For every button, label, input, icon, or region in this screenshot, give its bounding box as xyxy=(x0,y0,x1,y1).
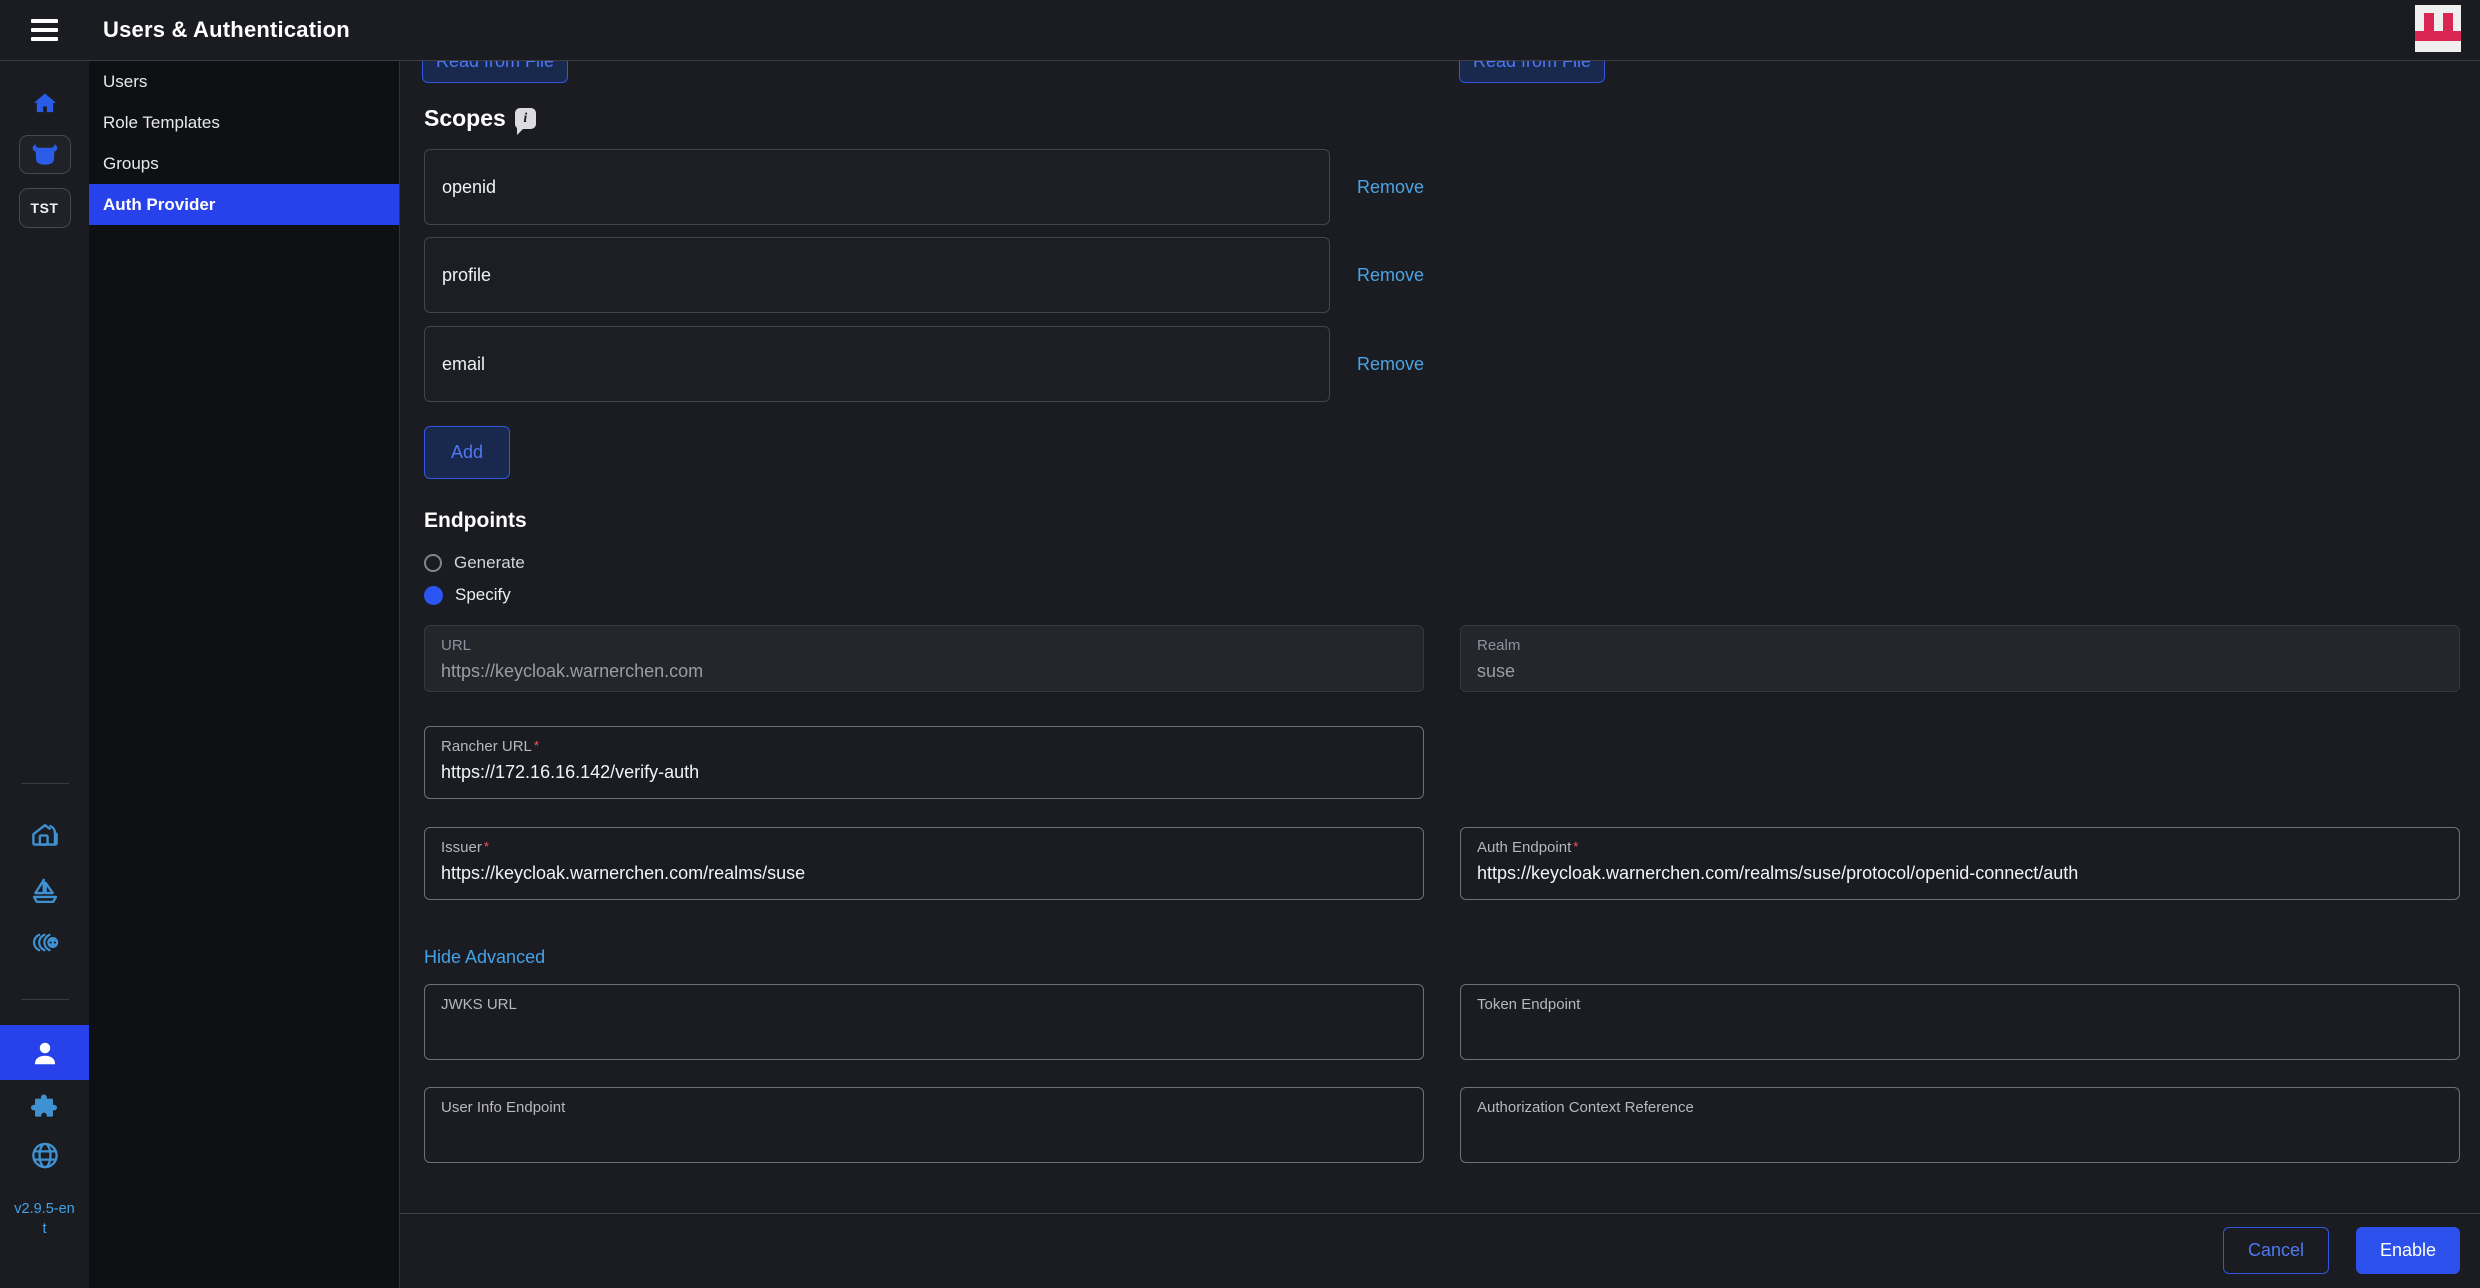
rancher-suse-logo xyxy=(2415,5,2461,52)
subnav-panel: Users Role Templates Groups Auth Provide… xyxy=(89,61,400,1288)
radio-option-generate[interactable]: Generate xyxy=(424,551,525,575)
auth-context-reference-field[interactable]: Authorization Context Reference xyxy=(1460,1087,2460,1163)
token-endpoint-field[interactable]: Token Endpoint xyxy=(1460,984,2460,1060)
logo-bar xyxy=(2424,13,2434,31)
radio-option-specify[interactable]: Specify xyxy=(424,583,511,607)
read-from-file-button[interactable]: Read from File xyxy=(1459,61,1605,83)
auth-endpoint-field[interactable]: Auth Endpoint* https://keycloak.warnerch… xyxy=(1460,827,2460,900)
required-asterisk: * xyxy=(484,839,489,854)
cluster-badge[interactable]: TST xyxy=(19,188,71,228)
subnav-item-groups[interactable]: Groups xyxy=(89,143,399,184)
subnav-item-users[interactable]: Users xyxy=(89,61,399,102)
puzzle-icon[interactable] xyxy=(30,1092,60,1122)
subnav-item-auth-provider[interactable]: Auth Provider xyxy=(89,184,399,225)
remove-scope-link[interactable]: Remove xyxy=(1357,149,1477,225)
sailboat-icon[interactable] xyxy=(29,875,60,906)
scope-input[interactable]: openid xyxy=(424,149,1330,225)
hops-icon[interactable] xyxy=(29,927,60,958)
rail-divider xyxy=(21,783,69,784)
person-icon[interactable] xyxy=(0,1025,89,1080)
top-header: Users & Authentication xyxy=(0,0,2480,61)
hamburger-menu-icon[interactable] xyxy=(0,19,89,41)
version-label[interactable]: v2.9.5-ent xyxy=(0,1200,89,1239)
page-title: Users & Authentication xyxy=(103,17,350,43)
scope-input[interactable]: email xyxy=(424,326,1330,402)
jwks-url-field[interactable]: JWKS URL xyxy=(424,984,1424,1060)
rancher-url-field[interactable]: Rancher URL* https://172.16.16.142/verif… xyxy=(424,726,1424,799)
radio-icon[interactable] xyxy=(424,554,442,572)
realm-field: Realm suse xyxy=(1460,625,2460,692)
rail-divider xyxy=(21,999,69,1000)
barn-icon[interactable] xyxy=(29,820,60,851)
globe-icon[interactable] xyxy=(29,1140,60,1171)
remove-scope-link[interactable]: Remove xyxy=(1357,237,1477,313)
read-from-file-button[interactable]: Read from File xyxy=(422,61,568,83)
scopes-heading: Scopes i xyxy=(424,105,536,132)
add-scope-button[interactable]: Add xyxy=(424,426,510,479)
main-content: Read from File Read from File Scopes i o… xyxy=(400,61,2480,1288)
tooltip-info-icon[interactable]: i xyxy=(515,108,536,129)
rancher-app: Users & Authentication TST xyxy=(0,0,2480,1288)
scope-input[interactable]: profile xyxy=(424,237,1330,313)
subnav-item-role-templates[interactable]: Role Templates xyxy=(89,102,399,143)
cancel-button[interactable]: Cancel xyxy=(2223,1227,2329,1274)
issuer-field[interactable]: Issuer* https://keycloak.warnerchen.com/… xyxy=(424,827,1424,900)
logo-bar xyxy=(2443,13,2453,31)
user-info-endpoint-field[interactable]: User Info Endpoint xyxy=(424,1087,1424,1163)
required-asterisk: * xyxy=(534,738,539,753)
endpoints-heading: Endpoints xyxy=(424,509,527,533)
enable-button[interactable]: Enable xyxy=(2356,1227,2460,1274)
hide-advanced-link[interactable]: Hide Advanced xyxy=(424,947,545,968)
home-icon[interactable] xyxy=(31,90,59,118)
url-field: URL https://keycloak.warnerchen.com xyxy=(424,625,1424,692)
left-icon-rail: TST v2.9.5-ent xyxy=(0,61,89,1288)
bull-icon[interactable] xyxy=(19,135,71,174)
radio-selected-icon[interactable] xyxy=(424,586,443,605)
remove-scope-link[interactable]: Remove xyxy=(1357,326,1477,402)
footer-divider xyxy=(400,1213,2480,1214)
required-asterisk: * xyxy=(1573,839,1578,854)
logo-band xyxy=(2415,31,2461,41)
